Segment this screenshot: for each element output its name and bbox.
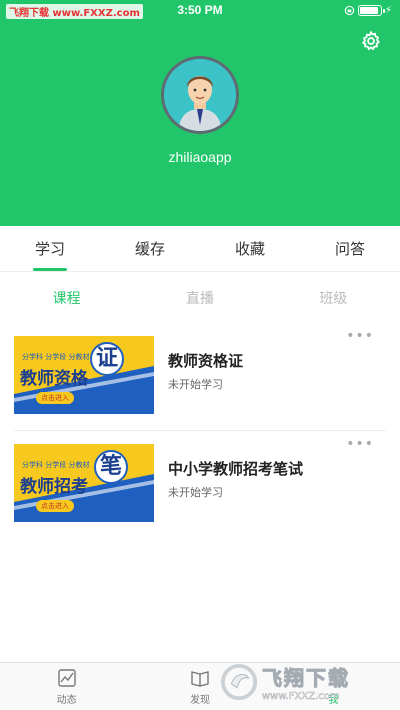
course-status: 未开始学习 [168,486,223,499]
thumbnail-tags: 分学科 分学段 分教材 [22,353,90,361]
profile-header: 飞翔下载 www.FXXZ.com 3:50 PM ⚡ zhiliaoapp [0,0,400,226]
status-time: 3:50 PM [177,3,223,17]
download-site-watermark: 飞翔下载 www.FXXZ.com [220,660,392,704]
course-item[interactable]: 分学科 分学段 分教材 教师资格 证 点击进入 教师资格证 未开始学习 ••• [0,328,400,428]
thumbnail-tags: 分学科 分学段 分教材 [22,461,90,469]
tab-favorites[interactable]: 收藏 [200,226,300,271]
thumbnail-title: 教师资格 [20,369,88,389]
username: zhiliaoapp [168,149,232,165]
watermark-logo-icon [220,663,258,701]
course-title: 中小学教师招考笔试 [168,460,304,478]
course-thumbnail[interactable]: 分学科 分学段 分教材 教师招考 笔 点击进入 [14,444,154,522]
book-icon [191,670,209,687]
subtab-classes[interactable]: 班级 [267,282,400,316]
thumbnail-badge: 证 [90,342,124,376]
watermark-name: 飞翔下载 [262,666,350,691]
more-options-icon[interactable]: ••• [346,436,374,452]
course-thumbnail[interactable]: 分学科 分学段 分教材 教师资格 证 点击进入 [14,336,154,414]
nav-feed[interactable]: 动态 [0,663,133,710]
more-options-icon[interactable]: ••• [346,328,374,344]
tab-study[interactable]: 学习 [0,226,100,271]
thumbnail-title: 教师招考 [20,477,88,497]
thumbnail-button: 点击进入 [36,500,74,512]
divider [14,430,386,431]
user-portrait-icon [164,59,236,131]
course-item[interactable]: 分学科 分学段 分教材 教师招考 笔 点击进入 中小学教师招考笔试 未开始学习 … [0,436,400,536]
subtab-courses[interactable]: 课程 [0,282,133,316]
status-icons: ⚡ [344,5,392,16]
thumbnail-button: 点击进入 [36,392,74,404]
watermark-url: www.FXXZ.com [262,691,340,703]
nav-discover-label: 发现 [189,694,210,706]
course-title: 教师资格证 [168,352,244,370]
gear-icon[interactable] [360,30,382,52]
subtab-live[interactable]: 直播 [133,282,266,316]
rotation-lock-icon [344,5,355,16]
course-status: 未开始学习 [168,378,223,391]
avatar[interactable] [161,56,239,134]
sub-tabs: 课程 直播 班级 [0,282,400,316]
thumbnail-badge: 笔 [94,450,128,484]
chart-icon [57,668,76,687]
charging-icon: ⚡ [384,5,392,16]
status-bar: 飞翔下载 www.FXXZ.com 3:50 PM ⚡ [0,0,400,22]
battery-icon [357,5,385,16]
nav-feed-label: 动态 [56,694,77,706]
main-tabs: 学习 缓存 收藏 问答 [0,226,400,272]
tab-cache[interactable]: 缓存 [100,226,200,271]
tab-qa[interactable]: 问答 [300,226,400,271]
